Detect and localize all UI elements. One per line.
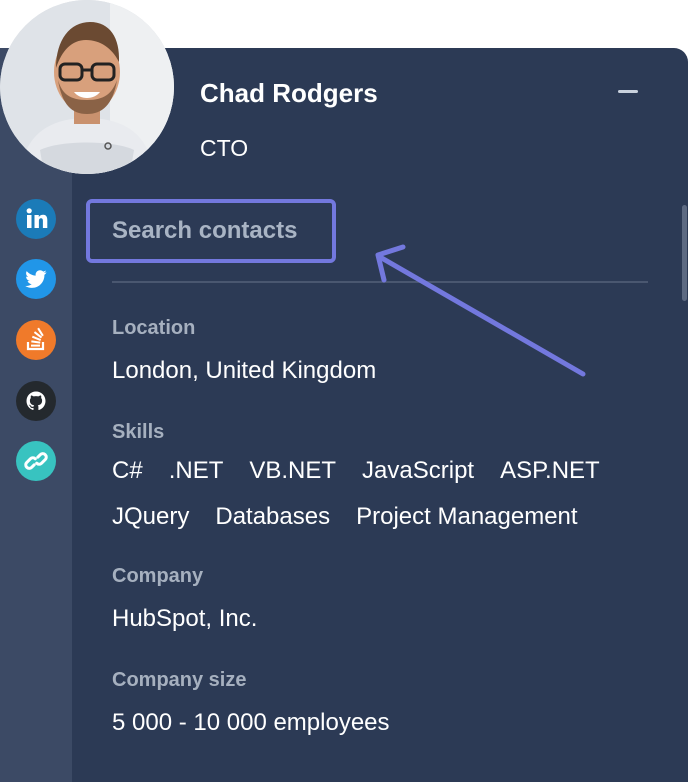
link-icon [16, 441, 56, 481]
person-photo [0, 0, 174, 174]
linkedin-icon [16, 199, 56, 239]
company-size-value: 5 000 - 10 000 employees [112, 709, 390, 736]
skill-tag: VB.NET [249, 457, 337, 484]
linkedin-link[interactable] [16, 199, 56, 239]
skill-tag: JQuery [112, 503, 190, 530]
skill-tag: ASP.NET [500, 457, 600, 484]
skill-tag: JavaScript [362, 457, 475, 484]
twitter-icon [16, 259, 56, 299]
skills-label: Skills [112, 421, 165, 443]
stackoverflow-link[interactable] [16, 320, 56, 360]
location-label: Location [112, 317, 196, 339]
website-link[interactable] [16, 441, 56, 481]
company-value: HubSpot, Inc. [112, 605, 258, 632]
contact-name: Chad Rodgers [200, 78, 378, 108]
collapse-button[interactable] [616, 82, 640, 102]
skill-tag: C# [112, 457, 143, 484]
company-label: Company [112, 565, 204, 587]
skill-tag: .NET [168, 457, 224, 484]
skill-tag: Databases [215, 503, 331, 530]
stackoverflow-icon [16, 320, 56, 360]
location-value: London, United Kingdom [112, 357, 377, 384]
skill-tag: Project Management [356, 503, 578, 530]
avatar [0, 0, 174, 174]
github-link[interactable] [16, 381, 56, 421]
skills-list: C# .NET VB.NET JavaScript ASP.NET JQuery… [112, 456, 652, 532]
github-icon [16, 381, 56, 421]
twitter-link[interactable] [16, 259, 56, 299]
minus-icon [618, 90, 638, 93]
search-contacts-field[interactable]: Search contacts [86, 199, 336, 263]
divider [112, 281, 648, 283]
company-size-label: Company size [112, 669, 247, 691]
contact-title: CTO [200, 135, 249, 161]
scrollbar[interactable] [682, 205, 687, 301]
search-contacts-label: Search contacts [112, 217, 298, 244]
